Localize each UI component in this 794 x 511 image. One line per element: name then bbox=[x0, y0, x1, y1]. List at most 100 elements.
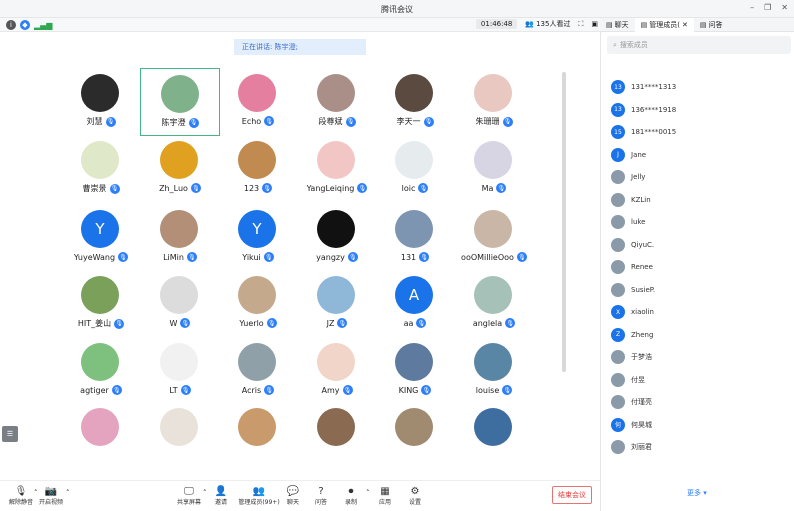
participant-name: 段尊斌 bbox=[318, 117, 343, 126]
member-name: KZLin bbox=[631, 195, 651, 204]
mic-icon: 🎙 bbox=[14, 485, 28, 497]
participant-tile[interactable]: Ma 🎙 bbox=[454, 135, 534, 203]
participant-tile[interactable]: yangzy 🎙 bbox=[297, 204, 377, 272]
participant-name-row: louise 🎙 bbox=[454, 385, 534, 395]
member-name: Renee bbox=[631, 263, 653, 272]
speaking-indicator: 正在讲话: 陈宇澄; bbox=[234, 39, 366, 55]
info-icon[interactable]: i bbox=[6, 20, 16, 30]
participant-tile[interactable]: ooOMillieOoo 🎙 bbox=[454, 204, 534, 272]
participant-tile[interactable]: 刘慧 🎙 bbox=[61, 68, 141, 136]
participant-tile[interactable]: Zh_Luo 🎙 bbox=[140, 135, 220, 203]
invite-icon: 👤 bbox=[214, 485, 228, 497]
participant-tile[interactable]: KING 🎙 bbox=[375, 337, 455, 405]
participant-tile[interactable]: YangLeiqing 🎙 bbox=[297, 135, 377, 203]
participant-tile[interactable]: HIT_姜山 🎙 bbox=[61, 270, 141, 338]
avatar bbox=[395, 210, 433, 248]
participant-tile[interactable]: 陈宇澄 🎙 bbox=[140, 68, 220, 136]
participant-name: aa bbox=[403, 318, 414, 328]
settings-button[interactable]: ⚙ 设置 bbox=[394, 485, 436, 507]
participant-tile[interactable]: Echo 🎙 bbox=[218, 68, 298, 136]
member-list-item[interactable]: 15 181****0015 bbox=[601, 121, 794, 144]
participant-tile[interactable] bbox=[218, 402, 298, 470]
shield-icon[interactable]: ◆ bbox=[20, 20, 30, 30]
participant-tile[interactable] bbox=[61, 402, 141, 470]
member-list-item[interactable]: SusieP. bbox=[601, 279, 794, 302]
participant-tile[interactable]: 段尊斌 🎙 bbox=[297, 68, 377, 136]
mic-icon: 🎙 bbox=[186, 252, 197, 262]
member-list-item[interactable]: 于梦浩 bbox=[601, 346, 794, 369]
close-tab-icon[interactable]: ✕ bbox=[682, 21, 688, 29]
float-toggle-button[interactable]: ☰ bbox=[2, 426, 18, 442]
gallery-scrollbar[interactable] bbox=[562, 72, 566, 372]
participant-name-row: anglela 🎙 bbox=[454, 318, 534, 328]
participant-tile[interactable]: 123 🎙 bbox=[218, 135, 298, 203]
avatar: Y bbox=[238, 210, 276, 248]
member-list-item[interactable]: 13 131****1313 bbox=[601, 76, 794, 99]
participant-tile[interactable]: Aaa 🎙 bbox=[375, 270, 455, 338]
title-bar: 腾讯会议 – ❐ ✕ bbox=[0, 0, 794, 18]
member-list-item[interactable]: luke bbox=[601, 211, 794, 234]
participant-tile[interactable]: 曹崇景 🎙 bbox=[61, 135, 141, 203]
signal-icon[interactable]: ▂▄▆ bbox=[34, 21, 52, 30]
participant-tile[interactable]: agtiger 🎙 bbox=[61, 337, 141, 405]
participant-tile[interactable]: LT 🎙 bbox=[140, 337, 220, 405]
fullscreen-icon[interactable]: ⛶ bbox=[578, 20, 583, 29]
participant-tile[interactable]: Y YuyeWang 🎙 bbox=[61, 204, 141, 272]
participant-name: 曹崇景 bbox=[82, 184, 107, 193]
member-list-item[interactable]: KZLin bbox=[601, 189, 794, 212]
member-name: Jelly bbox=[631, 173, 646, 182]
participant-tile[interactable]: 李天一 🎙 bbox=[375, 68, 455, 136]
participant-tile[interactable]: Acris 🎙 bbox=[218, 337, 298, 405]
restore-icon[interactable]: ❐ bbox=[764, 3, 771, 12]
member-list-item[interactable]: 付瑾亮 bbox=[601, 391, 794, 414]
participant-tile[interactable] bbox=[454, 402, 534, 470]
member-list-item[interactable]: 13 136****1918 bbox=[601, 99, 794, 122]
member-list-item[interactable]: 付昱 bbox=[601, 369, 794, 392]
mic-icon: 🎙 bbox=[180, 318, 191, 328]
more-button[interactable]: 更多 ▾ bbox=[687, 488, 707, 498]
tab-chat[interactable]: ▤ 聊天 bbox=[600, 18, 635, 32]
member-list-item[interactable]: Renee bbox=[601, 256, 794, 279]
member-list-item[interactable]: J Jane bbox=[601, 144, 794, 167]
member-list-item[interactable]: 刘丽君 bbox=[601, 436, 794, 459]
participant-tile[interactable]: Amy 🎙 bbox=[297, 337, 377, 405]
participant-tile[interactable]: 朱珊珊 🎙 bbox=[454, 68, 534, 136]
member-list-item[interactable]: Jelly bbox=[601, 166, 794, 189]
avatar bbox=[474, 74, 512, 112]
participant-tile[interactable]: louise 🎙 bbox=[454, 337, 534, 405]
side-panel-tabs: ▤ 聊天 ▤ 管理成员( ✕ ▤ 问答 bbox=[600, 17, 794, 32]
layout-icon[interactable]: ▣ bbox=[591, 20, 598, 28]
end-meeting-button[interactable]: 结束会议 bbox=[552, 486, 592, 504]
member-list-item[interactable]: Xxiaolin bbox=[601, 301, 794, 324]
avatar bbox=[160, 210, 198, 248]
member-name: xiaolin bbox=[631, 308, 654, 317]
tab-qa[interactable]: ▤ 问答 bbox=[694, 18, 729, 32]
member-search-input[interactable]: ⌕ 搜索成员 bbox=[607, 36, 791, 54]
member-avatar: 13 bbox=[611, 80, 625, 95]
window-title: 腾讯会议 bbox=[381, 5, 413, 14]
participant-tile[interactable] bbox=[375, 402, 455, 470]
participant-tile[interactable] bbox=[297, 402, 377, 470]
watch-count[interactable]: 👥 135人看过 bbox=[525, 19, 570, 29]
member-avatar: 何 bbox=[611, 417, 625, 432]
member-list-item[interactable]: Z Zheng bbox=[601, 324, 794, 347]
minimize-icon[interactable]: – bbox=[750, 3, 754, 12]
participant-tile[interactable]: W 🎙 bbox=[140, 270, 220, 338]
close-icon[interactable]: ✕ bbox=[781, 3, 788, 12]
mic-icon: 🎙 bbox=[264, 116, 275, 126]
participant-tile[interactable]: loic 🎙 bbox=[375, 135, 455, 203]
participant-name-row: LT 🎙 bbox=[140, 385, 220, 395]
participant-tile[interactable]: Yuerlo 🎙 bbox=[218, 270, 298, 338]
participant-tile[interactable] bbox=[140, 402, 220, 470]
participant-tile[interactable]: 131 🎙 bbox=[375, 204, 455, 272]
member-list-item[interactable]: QiyuC. bbox=[601, 234, 794, 257]
chevron-up-icon[interactable]: ˄ bbox=[66, 489, 70, 497]
participant-tile[interactable]: anglela 🎙 bbox=[454, 270, 534, 338]
tab-members[interactable]: ▤ 管理成员( ✕ bbox=[634, 17, 694, 32]
member-avatar: Z bbox=[611, 327, 625, 342]
participant-tile[interactable]: LiMin 🎙 bbox=[140, 204, 220, 272]
participant-tile[interactable]: Y Yikui 🎙 bbox=[218, 204, 298, 272]
participant-tile[interactable]: JZ 🎙 bbox=[297, 270, 377, 338]
member-list-item[interactable]: 何何昊城 bbox=[601, 414, 794, 437]
participant-name-row: Zh_Luo 🎙 bbox=[140, 183, 220, 193]
